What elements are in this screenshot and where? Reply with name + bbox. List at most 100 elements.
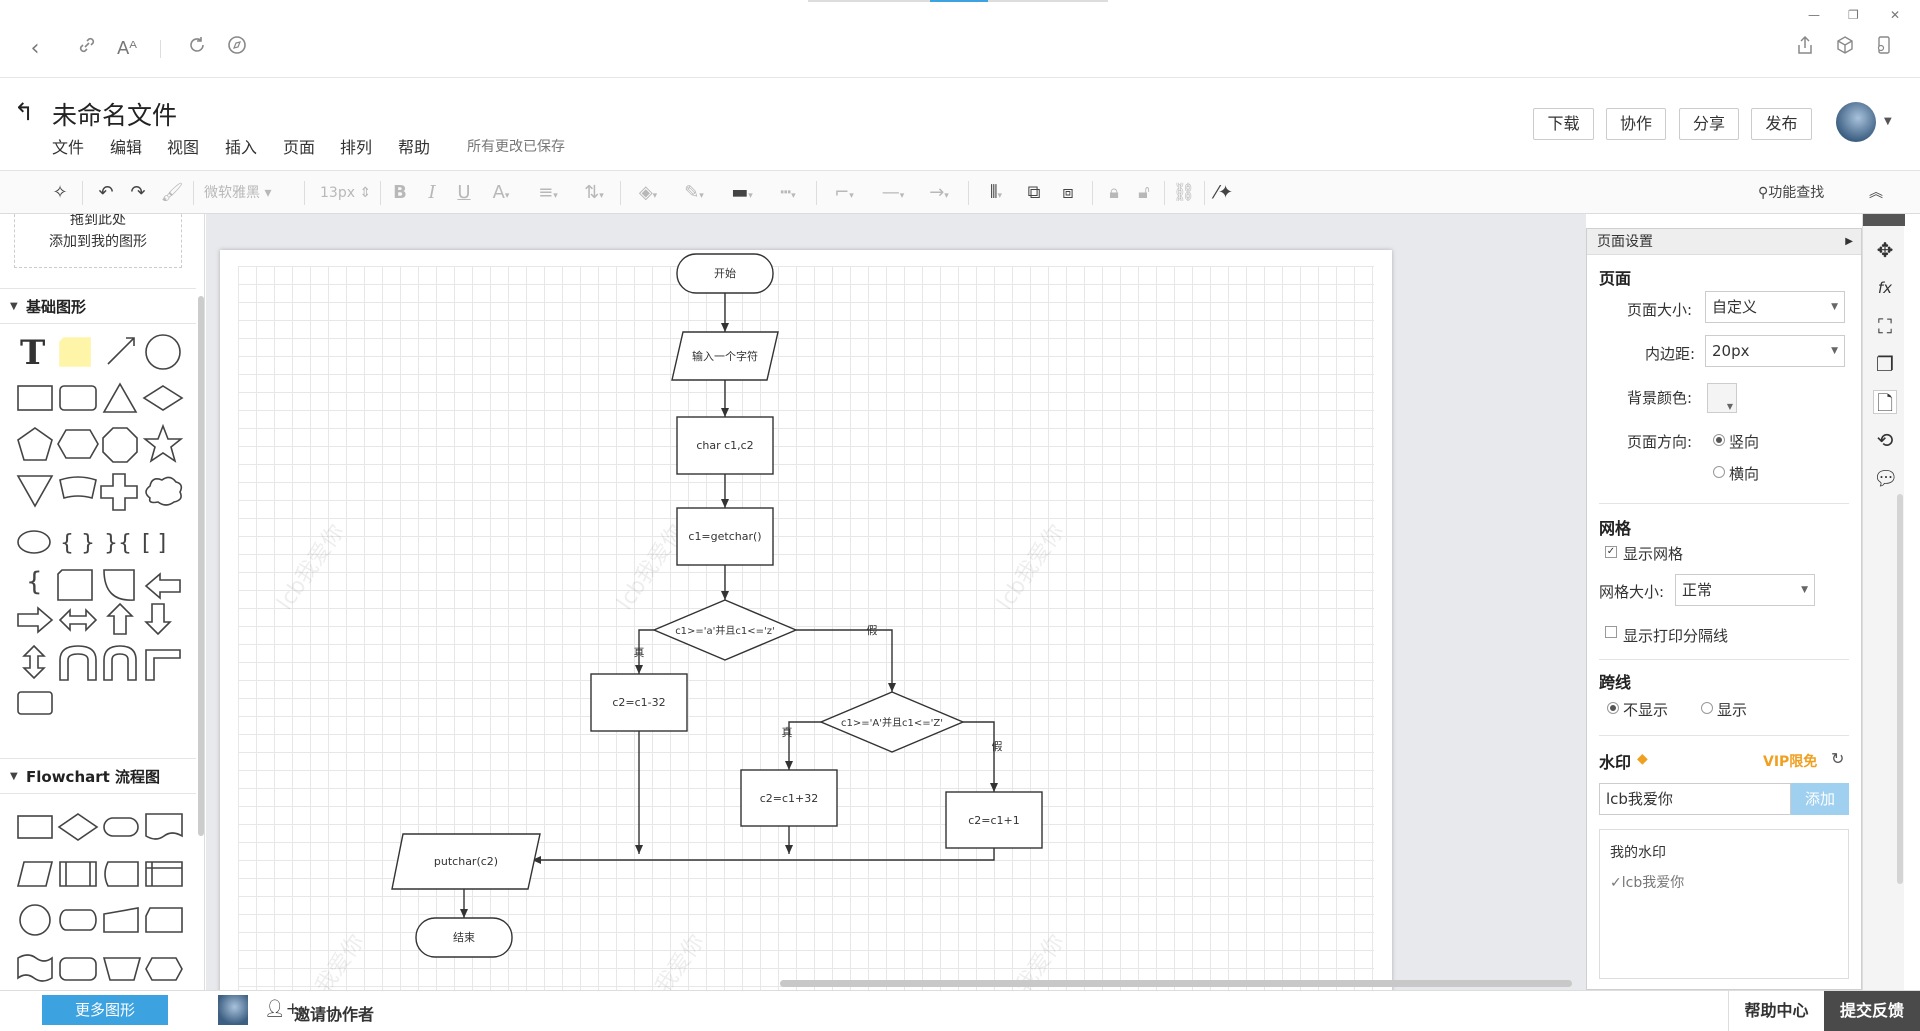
show-grid-checkbox[interactable]: ✓ bbox=[1605, 546, 1617, 558]
collapse-panel-icon[interactable]: ▶ bbox=[1845, 229, 1853, 255]
my-watermark-item[interactable]: ✓lcb我爱你 bbox=[1610, 872, 1684, 892]
decision-shape[interactable] bbox=[57, 813, 99, 841]
page-size-select[interactable]: 自定义 ▼ bbox=[1705, 291, 1845, 323]
return-icon[interactable]: ↰ bbox=[14, 98, 34, 126]
bracket-pair-shape[interactable]: [ ] bbox=[142, 531, 166, 556]
format-brush-icon[interactable]: 🖌 bbox=[160, 179, 184, 207]
history-icon[interactable]: ⟲ bbox=[1873, 428, 1897, 452]
diamond-shape[interactable] bbox=[142, 385, 184, 411]
align-icon[interactable]: ≡▾ bbox=[530, 179, 566, 207]
feature-search[interactable]: ⚲功能查找 bbox=[1758, 179, 1868, 207]
menu-view[interactable]: 视图 bbox=[167, 134, 199, 158]
card-shape[interactable] bbox=[59, 476, 97, 500]
braces-shape[interactable]: { } bbox=[60, 531, 95, 556]
vertical-double-arrow-shape[interactable] bbox=[22, 644, 46, 680]
invite-collaborator[interactable]: 邀请协作者 bbox=[294, 1001, 374, 1025]
menu-help[interactable]: 帮助 bbox=[398, 134, 430, 158]
rectangle-shape[interactable] bbox=[17, 385, 53, 411]
edge-plus1-putchar[interactable] bbox=[532, 848, 995, 864]
canvas-page[interactable]: lcb我爱你 lcb我爱你 lcb我爱你 lcb我爱你 lcb我爱你 lcb我爱… bbox=[220, 250, 1392, 990]
more-shapes-button[interactable]: 更多图形 bbox=[42, 995, 168, 1025]
section-basic-shapes[interactable]: ▼ 基础图形 bbox=[0, 288, 196, 324]
horizontal-scrollbar[interactable] bbox=[780, 980, 1572, 987]
line-style-icon[interactable]: ┅▾ bbox=[768, 179, 808, 207]
undo-icon[interactable]: ↶ bbox=[94, 179, 118, 207]
stored-data-shape[interactable] bbox=[104, 861, 139, 887]
close-icon[interactable]: ✕ bbox=[1890, 8, 1900, 22]
font-size-icon[interactable]: Aᴬ bbox=[112, 34, 142, 64]
right-scrollbar[interactable] bbox=[1897, 494, 1903, 884]
help-center-button[interactable]: 帮助中心 bbox=[1728, 991, 1824, 1031]
circle-shape[interactable] bbox=[145, 334, 181, 370]
send-back-icon[interactable]: ⧈ bbox=[1056, 179, 1080, 207]
chevron-down-icon[interactable]: ▼ bbox=[1884, 116, 1892, 127]
avatar[interactable] bbox=[1836, 102, 1876, 142]
cloud-shape[interactable] bbox=[145, 476, 183, 506]
lock-icon[interactable]: 🔒︎ bbox=[1102, 179, 1126, 207]
line-type-icon[interactable]: —▾ bbox=[870, 179, 916, 207]
reset-icon[interactable]: ↻ bbox=[1831, 749, 1844, 768]
star-shape[interactable] bbox=[142, 423, 184, 463]
grid-size-select[interactable]: 正常 ▼ bbox=[1675, 574, 1815, 606]
cross-show-radio[interactable] bbox=[1701, 702, 1713, 714]
bg-color-picker[interactable]: ▼ bbox=[1707, 383, 1737, 413]
rounded-rect-shape[interactable] bbox=[59, 385, 97, 411]
minimize-icon[interactable]: — bbox=[1808, 8, 1820, 22]
left-scrollbar[interactable] bbox=[198, 296, 204, 836]
unlock-icon[interactable]: 🔓︎ bbox=[1132, 179, 1156, 207]
add-watermark-button[interactable]: 添加 bbox=[1791, 783, 1849, 815]
compass-icon[interactable] bbox=[222, 34, 252, 64]
down-arrow-shape[interactable] bbox=[144, 603, 172, 636]
underline-icon[interactable]: U bbox=[454, 179, 474, 207]
share-icon[interactable] bbox=[1790, 34, 1820, 64]
note-shape[interactable] bbox=[59, 337, 91, 367]
data-shape[interactable] bbox=[16, 861, 54, 887]
format-painter-pin-icon[interactable]: ✧ bbox=[48, 179, 72, 207]
internal-storage-shape[interactable] bbox=[145, 861, 183, 887]
double-arrow-shape[interactable] bbox=[58, 608, 98, 632]
document-shape[interactable] bbox=[145, 813, 183, 840]
connector-shape[interactable] bbox=[19, 904, 51, 936]
restore-icon[interactable]: ❐ bbox=[1848, 8, 1859, 22]
redo-icon[interactable]: ↷ bbox=[126, 179, 150, 207]
text-shape[interactable]: T bbox=[20, 333, 45, 373]
collaborate-button[interactable]: 协作 bbox=[1606, 108, 1666, 140]
line-weight-icon[interactable]: ▬▾ bbox=[722, 179, 762, 207]
right-arrow-shape[interactable] bbox=[17, 606, 54, 634]
comment-icon[interactable]: 💬︎ bbox=[1873, 466, 1898, 490]
show-print-lines-checkbox[interactable] bbox=[1605, 626, 1617, 638]
u-turn-shape[interactable] bbox=[59, 645, 97, 681]
fill-color-icon[interactable]: ◈▾ bbox=[630, 179, 666, 207]
align-shapes-icon[interactable]: ⫴▾ bbox=[978, 179, 1014, 207]
cross-shape[interactable] bbox=[100, 473, 138, 511]
collapse-toolbar-icon[interactable]: ︽ bbox=[1866, 179, 1886, 207]
section-flowchart[interactable]: ▼ Flowchart 流程图 bbox=[0, 758, 196, 794]
line-spacing-icon[interactable]: ⇅▾ bbox=[576, 179, 612, 207]
font-family-select[interactable]: 微软雅黑 ▾ bbox=[204, 179, 294, 207]
menu-insert[interactable]: 插入 bbox=[225, 134, 257, 158]
orientation-landscape-radio[interactable] bbox=[1713, 466, 1725, 478]
italic-icon[interactable]: I bbox=[422, 179, 442, 207]
publish-button[interactable]: 发布 bbox=[1751, 108, 1812, 140]
brace-pair-shape[interactable]: }{ bbox=[104, 531, 132, 556]
formula-icon[interactable]: fx bbox=[1873, 276, 1897, 300]
up-arrow-shape[interactable] bbox=[106, 602, 134, 635]
line-color-icon[interactable]: ✎▾ bbox=[676, 179, 712, 207]
magic-wand-icon[interactable]: ⁄✦ bbox=[1212, 179, 1236, 207]
inverted-triangle-shape[interactable] bbox=[16, 475, 54, 508]
refresh-icon[interactable] bbox=[182, 34, 212, 64]
direct-data-shape[interactable] bbox=[59, 909, 97, 931]
menu-file[interactable]: 文件 bbox=[52, 134, 84, 158]
menu-edit[interactable]: 编辑 bbox=[110, 134, 142, 158]
pages-icon[interactable]: ❐ bbox=[1873, 352, 1897, 376]
edge-cond2-true[interactable] bbox=[785, 721, 822, 770]
rounded-box-shape[interactable] bbox=[17, 691, 53, 715]
manual-input-shape[interactable] bbox=[103, 907, 139, 933]
preparation-shape[interactable] bbox=[145, 957, 183, 981]
font-color-icon[interactable]: A▾ bbox=[486, 179, 516, 207]
predefined-process-shape[interactable] bbox=[59, 861, 97, 887]
left-brace-shape[interactable]: { bbox=[26, 567, 43, 597]
orientation-portrait-radio[interactable] bbox=[1713, 434, 1725, 446]
cross-hide-radio[interactable] bbox=[1607, 702, 1619, 714]
pentagon-shape[interactable] bbox=[17, 427, 53, 461]
